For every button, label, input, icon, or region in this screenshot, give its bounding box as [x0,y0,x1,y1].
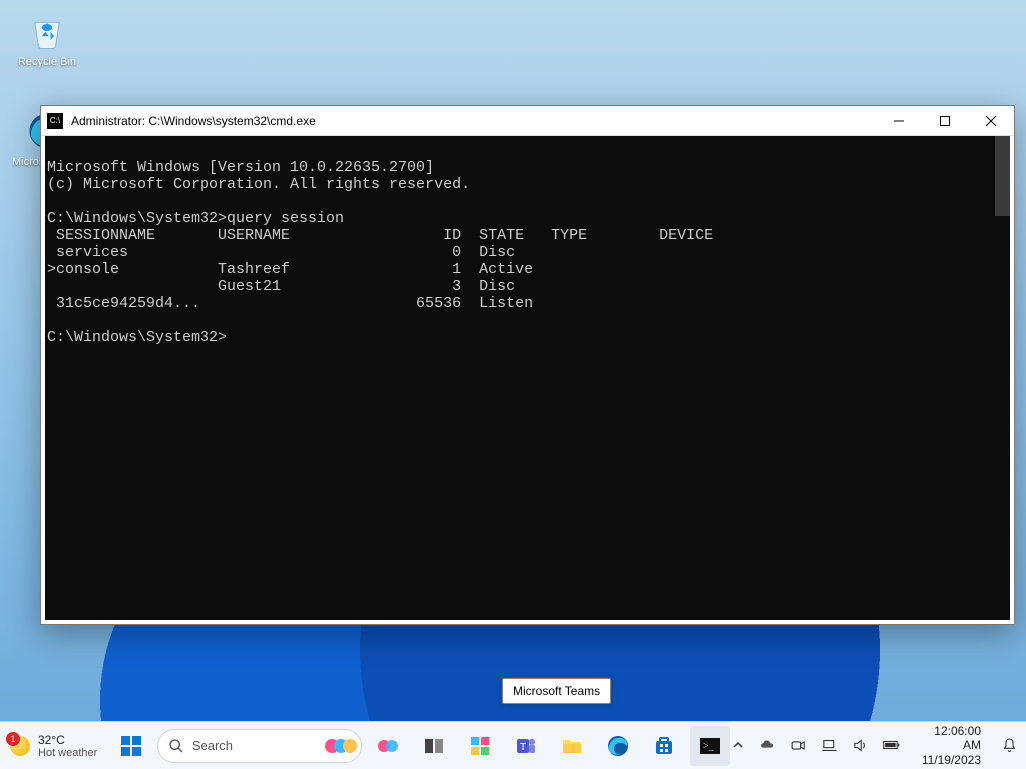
taskbar: 1 32°C Hot weather Search [0,721,1026,769]
svg-text:>_: >_ [703,741,715,752]
search-box[interactable]: Search [157,729,362,763]
start-button[interactable] [111,726,151,766]
taskbar-task-view[interactable] [414,726,454,766]
terminal-line: services 0 Disc [47,244,515,261]
taskbar-teams[interactable]: T [506,726,546,766]
tray-notifications-icon[interactable] [1001,737,1018,754]
cmd-window[interactable]: C:\ Administrator: C:\Windows\system32\c… [40,105,1015,625]
tray-volume-icon[interactable] [852,737,869,754]
maximize-button[interactable] [922,106,968,136]
taskbar-edge[interactable] [598,726,638,766]
tray-meet-now-icon[interactable] [790,737,807,754]
close-button[interactable] [968,106,1014,136]
tray-network-icon[interactable] [821,737,838,754]
weather-temp: 32°C [38,733,97,747]
taskbar-cmd[interactable]: >_ [690,726,730,766]
desktop-icon-label: Recycle Bin [12,56,82,68]
system-tray: 12:06:00 AM 11/19/2023 [730,724,1026,767]
scrollbar-thumb[interactable] [995,136,1010,216]
search-placeholder: Search [192,738,233,753]
terminal-line: C:\Windows\System32>query session [47,210,344,227]
terminal-line: 31c5ce94259d4... 65536 Listen [47,295,533,312]
tray-time: 12:06:00 AM [920,724,981,753]
taskbar-widgets[interactable] [460,726,500,766]
tray-battery-icon[interactable] [883,737,900,754]
taskbar-center: Search T >_ [111,726,730,766]
terminal-line: >console Tashreef 1 Active [47,261,533,278]
weather-icon: 1 [10,736,30,756]
tray-overflow-icon[interactable] [730,737,745,754]
recycle-bin-icon [26,10,68,52]
tray-onedrive-icon[interactable] [759,737,776,754]
weather-widget[interactable]: 1 32°C Hot weather [0,733,103,759]
terminal-line: Guest21 3 Disc [47,278,515,295]
terminal-line: Microsoft Windows [Version 10.0.22635.27… [47,159,434,176]
titlebar[interactable]: C:\ Administrator: C:\Windows\system32\c… [41,106,1014,136]
taskbar-tooltip: Microsoft Teams [502,678,611,704]
terminal-output[interactable]: Microsoft Windows [Version 10.0.22635.27… [45,136,1010,620]
weather-desc: Hot weather [38,747,97,759]
window-title: Administrator: C:\Windows\system32\cmd.e… [71,114,876,128]
svg-text:T: T [520,742,526,753]
terminal-line: C:\Windows\System32> [47,329,227,346]
taskbar-copilot[interactable] [368,726,408,766]
weather-badge: 1 [6,732,20,746]
tray-clock[interactable]: 12:06:00 AM 11/19/2023 [914,724,987,767]
cmd-icon: C:\ [47,113,63,129]
terminal-line: (c) Microsoft Corporation. All rights re… [47,176,470,193]
desktop-icon-recycle-bin[interactable]: Recycle Bin [12,10,82,68]
taskbar-store[interactable] [644,726,684,766]
taskbar-file-explorer[interactable] [552,726,592,766]
search-highlight-icon [325,739,357,753]
terminal-line: SESSIONNAME USERNAME ID STATE TYPE DEVIC… [47,227,713,244]
search-icon [168,738,184,754]
minimize-button[interactable] [876,106,922,136]
tray-date: 11/19/2023 [920,753,981,767]
